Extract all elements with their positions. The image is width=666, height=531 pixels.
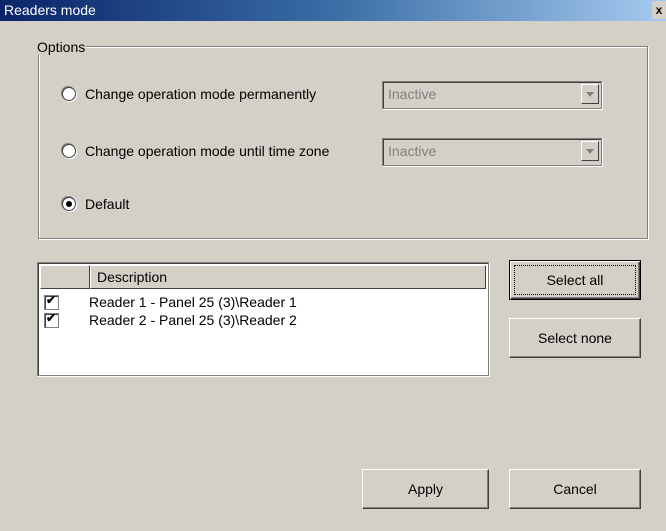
radio-button[interactable]: [62, 197, 76, 211]
checkmark-icon: ✔: [46, 292, 57, 307]
time-zone-mode-combo[interactable]: Inactive: [382, 138, 602, 166]
radio-default[interactable]: Default: [62, 196, 129, 212]
reader-checkbox[interactable]: ✔: [44, 292, 59, 310]
focus-rect: [514, 265, 636, 295]
select-none-button[interactable]: Select none: [509, 318, 641, 358]
cancel-label: Cancel: [553, 481, 597, 497]
radio-button[interactable]: [62, 144, 76, 158]
radio-permanent[interactable]: Change operation mode permanently: [62, 86, 316, 102]
radio-label: Change operation mode until time zone: [85, 143, 330, 159]
radio-time-zone[interactable]: Change operation mode until time zone: [62, 143, 329, 159]
radio-label: Change operation mode permanently: [85, 86, 317, 102]
options-legend: Options: [36, 39, 87, 55]
dropdown-button[interactable]: [581, 84, 599, 104]
select-none-label: Select none: [538, 330, 612, 346]
apply-label: Apply: [407, 481, 444, 497]
reader-checkbox[interactable]: ✔: [44, 310, 59, 328]
radio-label: Default: [85, 196, 130, 212]
dropdown-button[interactable]: [581, 141, 599, 161]
window-title: Readers mode: [4, 2, 96, 18]
apply-button[interactable]: Apply: [362, 469, 489, 509]
readers-mode-dialog: Readers mode x Options Change operation …: [0, 0, 666, 531]
close-icon[interactable]: x: [652, 1, 666, 19]
list-header: Description: [40, 265, 486, 289]
radio-button[interactable]: [62, 87, 76, 101]
column-header-description[interactable]: Description: [90, 265, 486, 289]
permanent-mode-combo[interactable]: Inactive: [382, 81, 602, 109]
list-item[interactable]: ✔ Reader 2 - Panel 25 (3)\Reader 2: [40, 311, 297, 329]
reader-description: Reader 2 - Panel 25 (3)\Reader 2: [89, 312, 297, 328]
column-header-check[interactable]: [40, 265, 90, 289]
reader-description: Reader 1 - Panel 25 (3)\Reader 1: [89, 294, 297, 310]
cancel-button[interactable]: Cancel: [509, 469, 641, 509]
combo-value: Inactive: [388, 143, 437, 159]
title-bar[interactable]: Readers mode x: [0, 0, 666, 21]
chevron-down-icon: [586, 149, 594, 154]
checkmark-icon: ✔: [46, 310, 57, 325]
select-all-button[interactable]: Select all: [509, 260, 641, 300]
readers-list[interactable]: Description ✔ Reader 1 - Panel 25 (3)\Re…: [37, 262, 489, 376]
chevron-down-icon: [586, 92, 594, 97]
combo-value: Inactive: [388, 86, 437, 102]
list-item[interactable]: ✔ Reader 1 - Panel 25 (3)\Reader 1: [40, 293, 297, 311]
